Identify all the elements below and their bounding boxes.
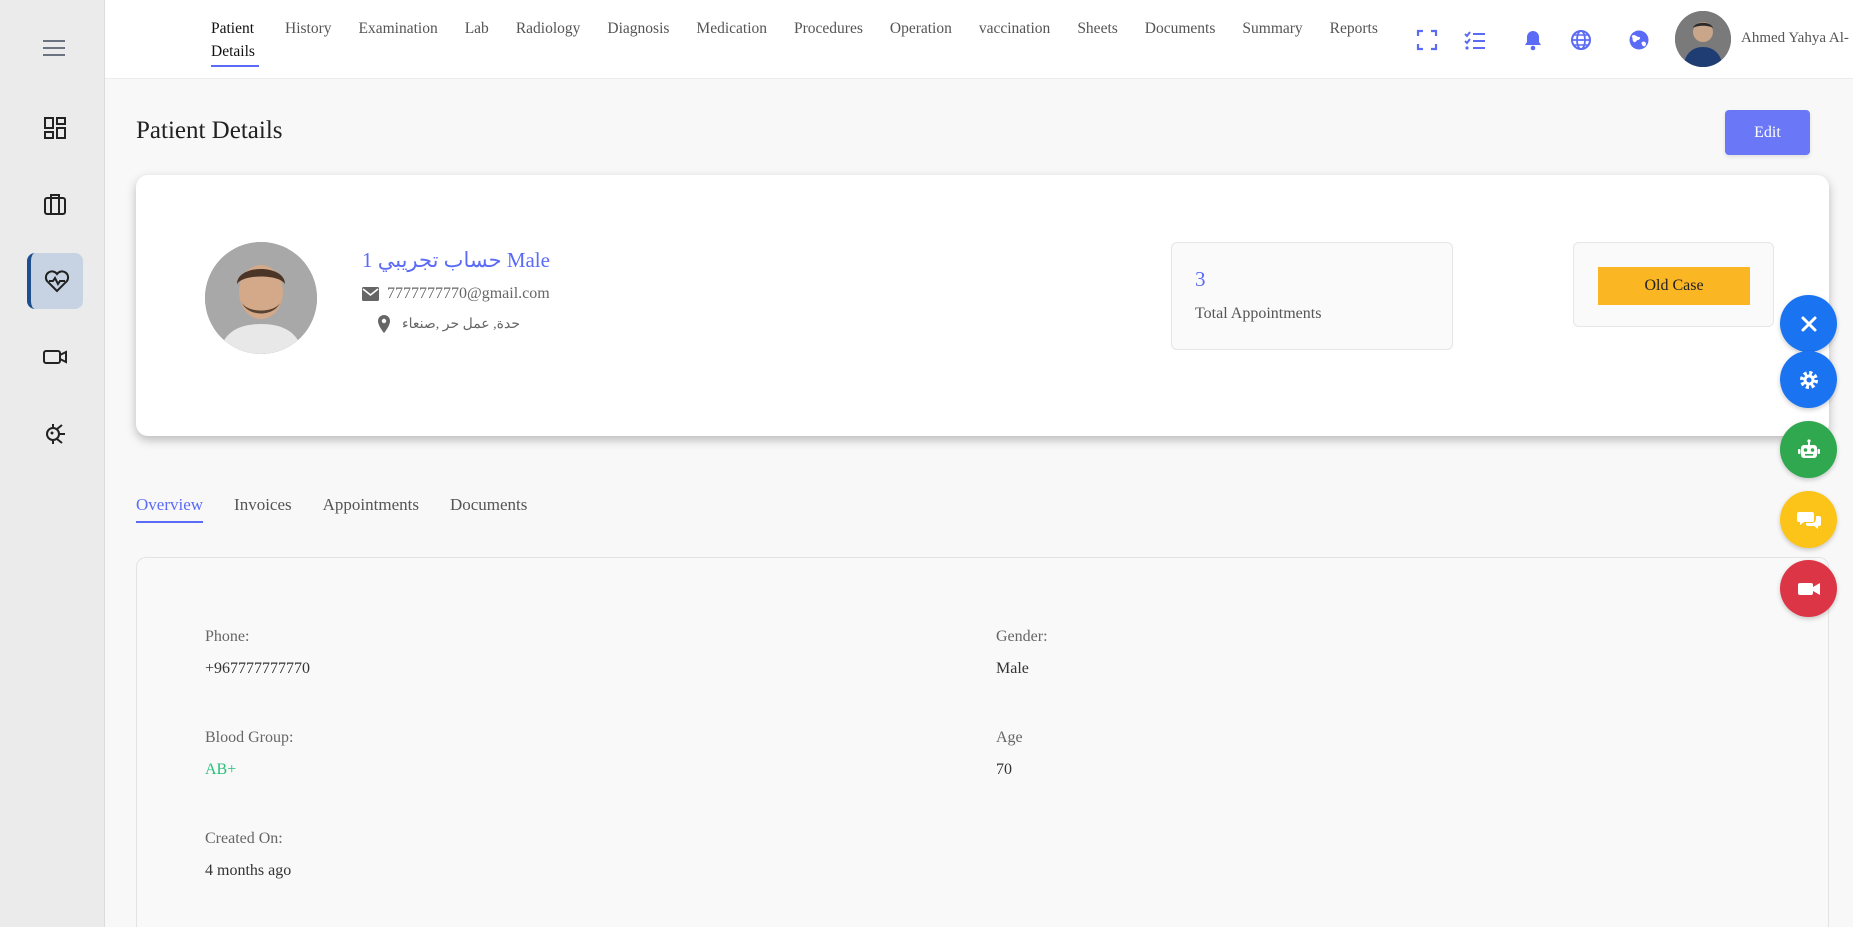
patient-email-text: 7777777770@gmail.com: [387, 285, 550, 302]
dashboard-icon: [44, 117, 66, 139]
user-avatar[interactable]: [1675, 11, 1731, 67]
nav-item-patient-details[interactable]: Patient Details: [211, 17, 259, 67]
blood-group-field: Blood Group: AB+: [205, 729, 293, 779]
gender-value: Male: [996, 660, 1029, 677]
phone-label: Phone:: [205, 628, 250, 645]
phone-field: Phone: +967777777770: [205, 628, 310, 678]
patient-avatar: [205, 242, 317, 354]
envelope-icon: [362, 287, 379, 301]
created-on-label: Created On:: [205, 830, 283, 847]
age-field: Age 70: [996, 729, 1023, 779]
fab-chat-button[interactable]: [1780, 491, 1837, 548]
video-camera-icon: [43, 350, 67, 364]
patient-photo-icon: [205, 242, 317, 354]
chat-icon: [1796, 511, 1821, 529]
tab-documents[interactable]: Documents: [450, 495, 527, 523]
notifications-button[interactable]: [1521, 28, 1545, 52]
top-icon-group: [1415, 28, 1675, 52]
created-on-field: Created On: 4 months ago: [205, 830, 291, 880]
fab-settings-button[interactable]: [1780, 351, 1837, 408]
nav-item-documents[interactable]: Documents: [1145, 17, 1216, 67]
overview-details-card: Phone: +967777777770 Gender: Male Blood …: [136, 557, 1829, 927]
globe-icon: [1571, 30, 1591, 50]
nav-item-radiology[interactable]: Radiology: [516, 17, 581, 67]
fab-close-button[interactable]: [1780, 295, 1837, 352]
nav-item-lab[interactable]: Lab: [465, 17, 489, 67]
fullscreen-button[interactable]: [1415, 28, 1439, 52]
sidebar-item-health[interactable]: [27, 253, 83, 309]
virus-icon: [46, 424, 65, 444]
user-photo-icon: [1675, 11, 1731, 67]
top-navbar: Patient Details History Examination Lab …: [105, 0, 1853, 79]
nav-item-procedures[interactable]: Procedures: [794, 17, 863, 67]
hamburger-icon: [43, 40, 65, 56]
patient-email: 7777777770@gmail.com: [362, 285, 550, 303]
age-value: 70: [996, 761, 1012, 778]
map-pin-icon: [378, 315, 390, 333]
region-button[interactable]: [1627, 28, 1651, 52]
sidebar: [0, 0, 105, 927]
bell-icon: [1525, 31, 1541, 51]
gender-label: Gender:: [996, 628, 1048, 645]
checklist-icon: [1464, 31, 1485, 50]
blood-group-value: AB+: [205, 761, 237, 778]
briefcase-icon: [44, 194, 66, 215]
tab-overview[interactable]: Overview: [136, 495, 204, 523]
page-title: Patient Details: [136, 117, 283, 144]
appointments-stat: 3 Total Appointments: [1171, 242, 1453, 350]
gender-field: Gender: Male: [996, 628, 1048, 678]
robot-icon: [1797, 438, 1820, 458]
nav-item-operation[interactable]: Operation: [890, 17, 952, 67]
gear-icon: [1799, 370, 1818, 389]
patient-address-text: حدة, عمل حر ,صنعاء: [402, 316, 520, 332]
username[interactable]: Ahmed Yahya Al-: [1741, 30, 1849, 47]
appointments-count: 3: [1195, 267, 1206, 291]
menu-toggle-button[interactable]: [40, 34, 68, 62]
profile-tabs: Overview Invoices Appointments Documents: [136, 495, 558, 523]
heart-pulse-icon: [44, 270, 70, 293]
patient-profile-card: حساب تجريبي 1 Male 7777777770@gmail.com …: [136, 175, 1829, 436]
earth-icon: [1629, 30, 1649, 50]
nav-item-history[interactable]: History: [285, 17, 332, 67]
created-on-value: 4 months ago: [205, 862, 292, 879]
language-button[interactable]: [1569, 28, 1593, 52]
fab-assistant-button[interactable]: [1780, 421, 1837, 478]
phone-value: +967777777770: [205, 660, 311, 677]
nav-item-medication[interactable]: Medication: [696, 17, 767, 67]
sidebar-item-cases[interactable]: [27, 176, 83, 232]
nav-item-diagnosis[interactable]: Diagnosis: [607, 17, 669, 67]
case-status-box: Old Case: [1573, 242, 1774, 327]
tab-appointments[interactable]: Appointments: [323, 495, 419, 523]
video-camera-icon: [1797, 582, 1820, 595]
appointments-label: Total Appointments: [1195, 305, 1322, 322]
sidebar-item-lab[interactable]: [27, 406, 83, 462]
blood-group-label: Blood Group:: [205, 729, 294, 746]
tasks-button[interactable]: [1463, 28, 1487, 52]
patient-address: حدة, عمل حر ,صنعاء: [376, 315, 520, 333]
edit-button[interactable]: Edit: [1725, 110, 1810, 155]
sidebar-item-video[interactable]: [27, 329, 83, 385]
nav-item-vaccination[interactable]: vaccination: [979, 17, 1050, 67]
nav-item-summary[interactable]: Summary: [1242, 17, 1302, 67]
sidebar-item-dashboard[interactable]: [27, 100, 83, 156]
nav-item-reports[interactable]: Reports: [1330, 17, 1378, 67]
fullscreen-icon: [1416, 29, 1438, 51]
age-label: Age: [996, 729, 1023, 746]
case-status-badge: Old Case: [1598, 267, 1750, 305]
nav-item-examination[interactable]: Examination: [359, 17, 438, 67]
nav-item-sheets[interactable]: Sheets: [1077, 17, 1117, 67]
tab-invoices[interactable]: Invoices: [234, 495, 292, 523]
top-nav-tabs: Patient Details History Examination Lab …: [211, 17, 1405, 67]
close-icon: [1801, 316, 1816, 331]
fab-video-button[interactable]: [1780, 560, 1837, 617]
patient-name: حساب تجريبي 1 Male: [362, 248, 550, 272]
